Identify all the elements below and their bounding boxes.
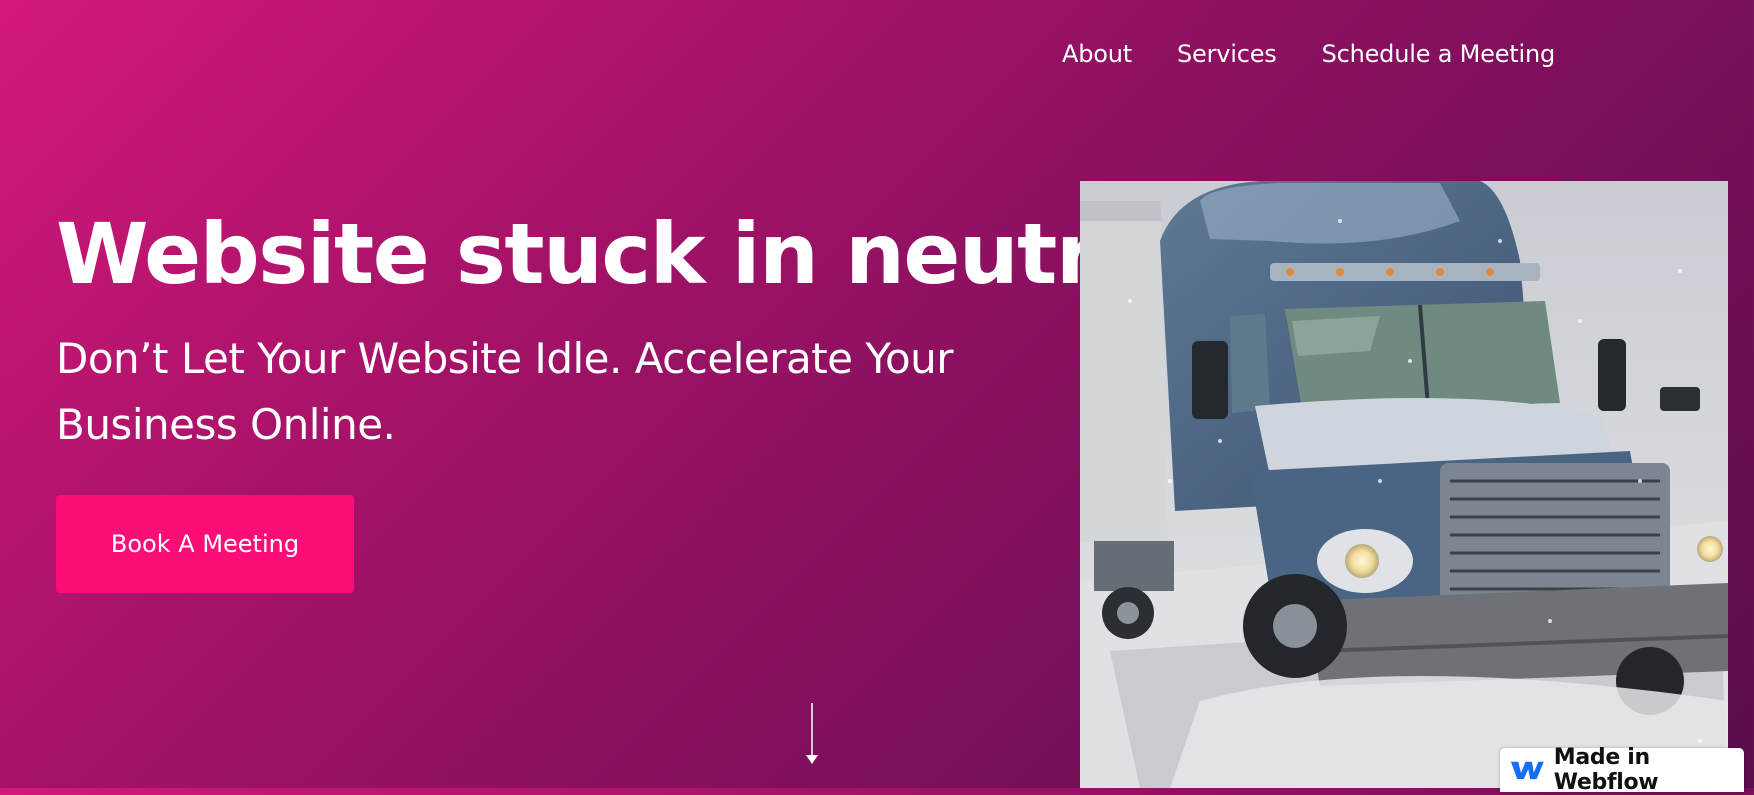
- semi-truck-in-snow: [1080, 181, 1728, 788]
- hero-truck-image: [1080, 181, 1728, 788]
- webflow-logo-icon: [1510, 761, 1544, 780]
- nav-schedule-meeting-link[interactable]: Schedule a Meeting: [1322, 40, 1556, 68]
- hero-title: Website stuck in neutral: [56, 205, 1180, 303]
- nav-about-link[interactable]: About: [1062, 40, 1132, 68]
- nav-services-link[interactable]: Services: [1177, 40, 1277, 68]
- book-meeting-button[interactable]: Book A Meeting: [56, 495, 354, 593]
- hero-subtitle: Don’t Let Your Website Idle. Accelerate …: [56, 334, 954, 449]
- arrow-down-icon[interactable]: [803, 703, 821, 765]
- made-in-webflow-badge[interactable]: Made in Webflow: [1500, 745, 1744, 795]
- main-nav: About Services Schedule a Meeting: [1062, 40, 1555, 68]
